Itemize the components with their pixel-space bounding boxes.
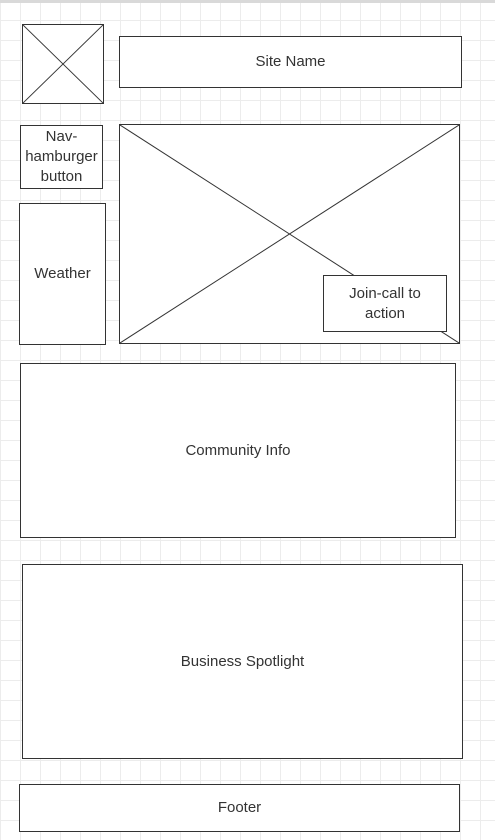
business-spotlight-section: Business Spotlight [22,564,463,759]
community-info-section: Community Info [20,363,456,538]
footer-section: Footer [19,784,460,832]
join-call-to-action-button[interactable]: Join-call to action [323,275,447,332]
footer-label: Footer [217,799,262,816]
business-spotlight-label: Business Spotlight [180,652,305,670]
weather-label: Weather [34,265,91,282]
cta-label: Join-call to action [349,284,421,322]
canvas-top-edge [0,0,495,3]
nav-hamburger-label: Nav-hamburger button [25,128,98,185]
site-name-box: Site Name [119,36,462,88]
logo-image-placeholder [22,24,104,104]
logo-placeholder-cross [23,25,103,103]
nav-hamburger-button[interactable]: Nav-hamburger button [20,125,103,189]
weather-widget: Weather [19,203,106,345]
site-name-label: Site Name [255,53,326,70]
community-info-label: Community Info [185,441,291,459]
